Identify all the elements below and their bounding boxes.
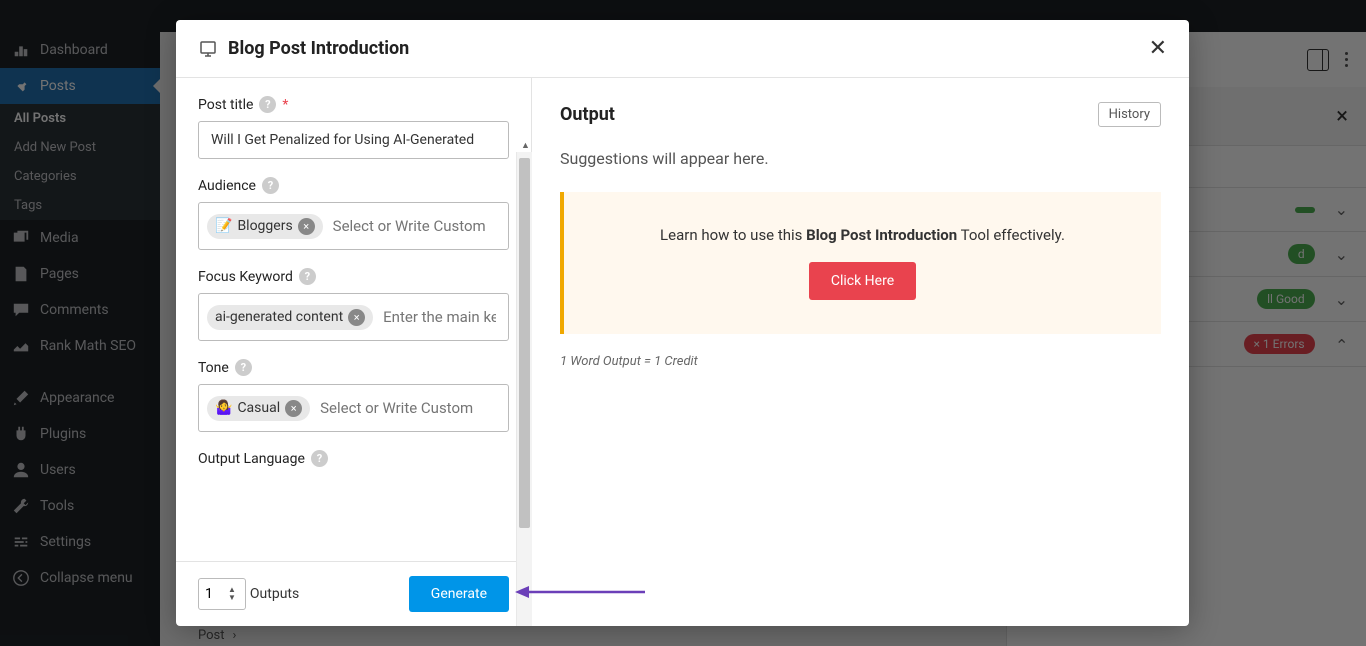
credit-note: 1 Word Output = 1 Credit (560, 354, 1161, 369)
remove-tag-icon[interactable]: × (298, 218, 315, 235)
learn-hint: Learn how to use this Blog Post Introduc… (560, 192, 1161, 334)
help-icon[interactable]: ? (311, 450, 328, 467)
keyword-text-input[interactable] (379, 302, 500, 332)
help-icon[interactable]: ? (259, 96, 276, 113)
help-icon[interactable]: ? (299, 268, 316, 285)
form-footer: ▲▼ Outputs Generate (176, 561, 531, 626)
history-button[interactable]: History (1098, 102, 1161, 127)
tone-text-input[interactable] (316, 393, 523, 423)
ai-modal: Blog Post Introduction ✕ Post title ? * … (176, 20, 1189, 626)
help-icon[interactable]: ? (262, 177, 279, 194)
number-stepper[interactable]: ▲▼ (228, 586, 236, 602)
document-icon (198, 39, 218, 59)
audience-text-input[interactable] (329, 211, 500, 241)
help-icon[interactable]: ? (235, 359, 252, 376)
output-lang-label: Output Language ? (198, 450, 509, 467)
audience-label: Audience ? (198, 177, 509, 194)
person-icon: 🤷‍♀️ (215, 400, 232, 416)
focus-keyword-input[interactable]: ai-generated content × (198, 293, 509, 341)
tone-input[interactable]: 🤷‍♀️ Casual × (198, 384, 509, 432)
outputs-label: Outputs (250, 586, 299, 602)
focus-keyword-label: Focus Keyword ? (198, 268, 509, 285)
output-placeholder: Suggestions will appear here. (560, 149, 1161, 168)
scrollbar[interactable]: ▲ ▼ (516, 152, 532, 626)
remove-tag-icon[interactable]: × (348, 309, 365, 326)
post-title-input[interactable] (198, 121, 509, 159)
tone-label: Tone ? (198, 359, 509, 376)
audience-input[interactable]: 📝 Bloggers × (198, 202, 509, 250)
audience-tag: 📝 Bloggers × (207, 214, 323, 239)
output-pane: Output History Suggestions will appear h… (532, 78, 1189, 626)
modal-title: Blog Post Introduction (198, 38, 409, 59)
scrollbar-thumb[interactable] (519, 158, 530, 528)
form-pane: Post title ? * Audience ? 📝 Bloggers × (176, 78, 532, 626)
modal-header: Blog Post Introduction ✕ (176, 20, 1189, 78)
keyword-tag: ai-generated content × (207, 305, 373, 330)
pencil-icon: 📝 (215, 218, 232, 234)
click-here-button[interactable]: Click Here (809, 262, 916, 300)
scroll-up-icon[interactable]: ▲ (521, 140, 530, 151)
modal-close-button[interactable]: ✕ (1149, 36, 1167, 61)
output-heading: Output (560, 104, 615, 125)
tone-tag: 🤷‍♀️ Casual × (207, 396, 310, 421)
post-title-label: Post title ? * (198, 96, 509, 113)
outputs-count-input[interactable] (198, 578, 246, 610)
remove-tag-icon[interactable]: × (285, 400, 302, 417)
generate-button[interactable]: Generate (409, 576, 509, 612)
